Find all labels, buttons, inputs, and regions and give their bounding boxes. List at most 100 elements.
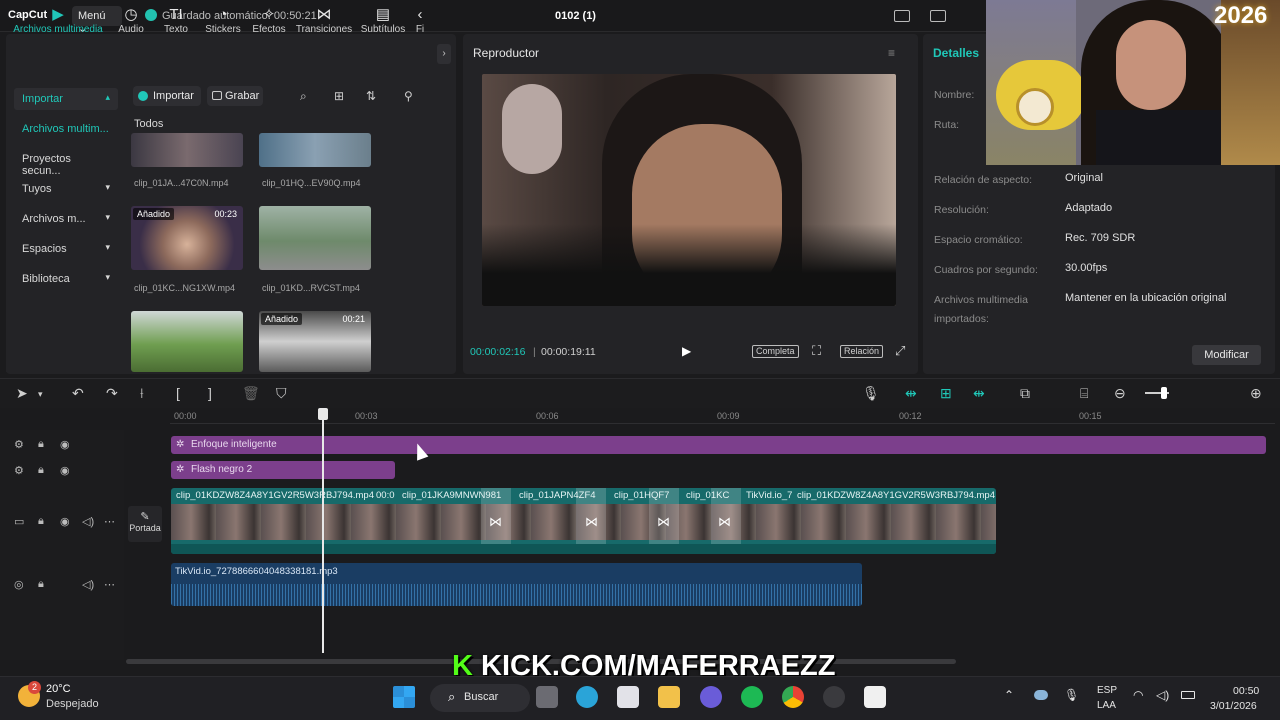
sidebar-item-yours[interactable]: Tuyos ▾	[14, 178, 118, 200]
link-clips-icon[interactable]: ⇹	[905, 385, 917, 402]
playhead[interactable]	[322, 408, 324, 653]
capcut-taskbar-icon[interactable]	[864, 686, 886, 708]
tabs-scroll-right-icon[interactable]: ›	[437, 44, 451, 64]
sidebar-item-media-files[interactable]: Archivos m... ▾	[14, 208, 118, 230]
delete-icon[interactable]: 🗑	[242, 385, 260, 402]
full-quality-button[interactable]: Completa	[752, 345, 799, 358]
obs-icon[interactable]	[823, 686, 845, 708]
file-explorer-icon[interactable]	[658, 686, 680, 708]
microphone-icon[interactable]: 🎙	[862, 385, 880, 402]
video-preview[interactable]	[482, 74, 896, 306]
cloud-icon[interactable]	[1034, 690, 1048, 700]
search-icon[interactable]: ⌕	[300, 89, 307, 104]
tab-stickers[interactable]: ◔ Stickers	[198, 6, 248, 35]
video-clip-label: clip_01HQF7	[614, 490, 670, 501]
sidebar-item-library[interactable]: Biblioteca ▾	[14, 268, 118, 290]
chrome-icon[interactable]	[782, 686, 804, 708]
media-thumbnail[interactable]	[131, 133, 243, 167]
task-view-icon[interactable]	[536, 686, 558, 708]
playhead-handle[interactable]	[318, 408, 328, 420]
linkage-icon[interactable]: ⇹	[973, 385, 985, 402]
filter-icon[interactable]: ⚲	[404, 89, 413, 103]
taskbar-clock[interactable]: 00:50	[1233, 685, 1259, 697]
tab-audio[interactable]: ◷ Audio	[106, 6, 156, 35]
split-icon[interactable]: ⟊	[140, 385, 144, 402]
eye-icon[interactable]: ◉	[60, 438, 70, 451]
media-thumbnail[interactable]	[259, 133, 371, 167]
aspect-ratio-button[interactable]: Relación	[840, 345, 884, 358]
player-menu-icon[interactable]: ≡	[888, 46, 895, 60]
sidebar-item-import[interactable]: Importar ▴	[14, 88, 118, 110]
store-icon[interactable]	[617, 686, 639, 708]
fit-screen-icon[interactable]: ⛶	[812, 343, 821, 359]
cover-button[interactable]: ✎ Portada	[128, 506, 162, 542]
tab-effects[interactable]: ✧ Efectos	[244, 6, 294, 35]
lock-icon[interactable]: 🔒︎	[38, 515, 44, 528]
zoom-in-icon[interactable]: ⊕	[1250, 385, 1262, 402]
eye-icon[interactable]: ◉	[60, 464, 70, 477]
edge-browser-icon[interactable]	[576, 686, 598, 708]
eye-icon[interactable]: ◉	[60, 515, 70, 528]
windows-start-icon[interactable]	[393, 686, 415, 708]
media-clip-name: clip_01KC...NG1XW.mp4	[134, 283, 236, 293]
fullscreen-icon[interactable]: ⤢	[895, 343, 905, 359]
media-thumbnail[interactable]	[131, 311, 243, 372]
select-tool-icon[interactable]: ➤	[16, 385, 28, 402]
effect-clip[interactable]: Enfoque inteligente	[171, 436, 1266, 454]
tab-transitions[interactable]: ⋈ Transiciones	[295, 6, 353, 35]
transition-icon[interactable]: ⋈	[657, 514, 670, 530]
wifi-icon[interactable]: ◠	[1133, 688, 1143, 702]
undo-icon[interactable]: ↶	[72, 385, 84, 402]
modify-button[interactable]: Modificar	[1192, 345, 1261, 365]
chevron-down-icon[interactable]: ▾	[38, 389, 43, 400]
taskbar-search[interactable]: Buscar	[430, 684, 530, 712]
taskbar-date[interactable]: 3/01/2026	[1210, 700, 1257, 712]
transition-icon[interactable]: ⋈	[489, 514, 502, 530]
layout-icon[interactable]	[894, 10, 910, 22]
tab-subtitles[interactable]: ▤ Subtítulos	[358, 6, 408, 35]
preview-axis-icon[interactable]: ⧉	[1020, 385, 1030, 402]
trim-left-icon[interactable]: [	[176, 385, 180, 401]
marker-icon[interactable]: ⛉	[276, 385, 287, 402]
tab-media[interactable]: ▶ Archivos multimedia	[10, 6, 106, 35]
more-icon[interactable]: ⋯	[104, 515, 115, 528]
microphone-tray-icon[interactable]: 🎙	[1064, 688, 1079, 702]
media-thumbnail[interactable]: Añadido 00:21	[259, 311, 371, 372]
effect-clip[interactable]: Flash negro 2	[171, 461, 395, 479]
grid-view-icon[interactable]: ⊞	[334, 89, 344, 103]
tab-filters[interactable]: ‹ Fi	[410, 6, 430, 35]
volume-icon[interactable]: ◁)	[82, 515, 94, 528]
lock-icon[interactable]: 🔒︎	[38, 438, 44, 451]
keyboard-layout[interactable]: LAA	[1097, 700, 1116, 711]
transition-icon[interactable]: ⋈	[585, 514, 598, 530]
zoom-slider-handle[interactable]	[1161, 387, 1167, 399]
volume-icon[interactable]: ◁)	[82, 578, 94, 591]
media-thumbnail[interactable]: Añadido 00:23	[131, 206, 243, 270]
battery-icon[interactable]	[1181, 691, 1195, 699]
sidebar-item-media[interactable]: Archivos multim...	[14, 118, 118, 140]
weather-description: Despejado	[46, 698, 99, 710]
trim-right-icon[interactable]: ]	[208, 385, 212, 401]
lock-icon[interactable]: 🔒︎	[38, 464, 44, 477]
lock-icon[interactable]: 🔒︎	[38, 578, 44, 591]
transition-icon[interactable]: ⋈	[718, 514, 731, 530]
auto-snap-icon[interactable]: ⊞	[940, 385, 952, 402]
sidebar-item-spaces[interactable]: Espacios ▾	[14, 238, 118, 260]
shortcuts-icon[interactable]	[930, 10, 946, 22]
clip-duration: 00:23	[214, 209, 237, 219]
sidebar-item-secondary-projects[interactable]: Proyectos secun...	[14, 148, 118, 177]
spotify-icon[interactable]	[741, 686, 763, 708]
volume-tray-icon[interactable]: ◁)	[1156, 688, 1169, 702]
project-title[interactable]: 0102 (1)	[555, 10, 596, 22]
play-icon[interactable]: ▶	[682, 344, 696, 358]
tab-text[interactable]: TI Texto	[151, 6, 201, 35]
zoom-out-icon[interactable]: ⊖	[1114, 385, 1126, 402]
more-icon[interactable]: ⋯	[104, 578, 115, 591]
redo-icon[interactable]: ↷	[106, 385, 118, 402]
media-thumbnail[interactable]	[259, 206, 371, 270]
discord-icon[interactable]	[700, 686, 722, 708]
caption-icon[interactable]: ⌸	[1080, 385, 1088, 402]
tray-chevron-icon[interactable]: ⌃	[1004, 688, 1014, 702]
language-indicator[interactable]: ESP	[1097, 685, 1117, 696]
sort-icon[interactable]: ⇅	[366, 89, 376, 103]
